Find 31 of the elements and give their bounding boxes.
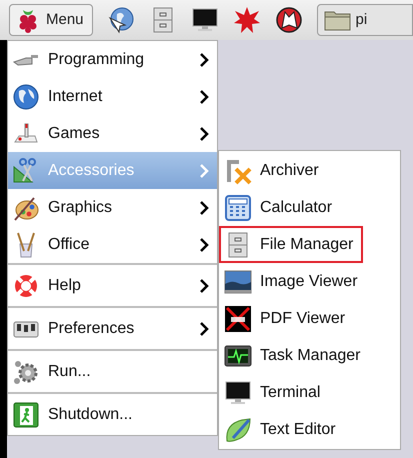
exit-sign-icon xyxy=(12,400,40,428)
landscape-icon xyxy=(224,268,252,296)
globe-icon xyxy=(12,82,40,110)
globe-cursor-icon xyxy=(106,6,135,34)
calculator-icon xyxy=(224,194,252,222)
menu-item[interactable]: Run... xyxy=(8,353,217,390)
submenu-item[interactable]: PDF Viewer xyxy=(219,300,400,337)
starburst-icon xyxy=(232,6,261,34)
browser-launcher[interactable] xyxy=(106,6,135,34)
menu-item[interactable]: Preferences xyxy=(8,310,217,347)
menu-item[interactable]: Shutdown... xyxy=(8,396,217,433)
math-launcher[interactable] xyxy=(232,6,261,34)
menu-item[interactable]: Graphics xyxy=(8,189,217,226)
menu-item[interactable]: Internet xyxy=(8,78,217,115)
menu-item[interactable]: Games xyxy=(8,115,217,152)
monitor-icon xyxy=(224,378,252,406)
submenu-item[interactable]: Image Viewer xyxy=(219,263,400,300)
submenu-item[interactable]: Calculator xyxy=(219,189,400,226)
monitor-icon xyxy=(190,6,219,34)
leaf-pencil-icon xyxy=(224,416,252,444)
window-button[interactable]: pi xyxy=(316,4,413,36)
terminal-launcher[interactable] xyxy=(190,6,219,34)
submenu-item[interactable]: Task Manager xyxy=(219,337,400,374)
menu-item[interactable]: Programming xyxy=(8,41,217,78)
submenu-item[interactable]: Archiver xyxy=(219,152,400,189)
submenu-item[interactable]: File Manager xyxy=(219,226,364,263)
submenu-item[interactable]: Text Editor xyxy=(219,411,400,448)
submenu-item[interactable]: Terminal xyxy=(219,374,400,411)
menu-item[interactable]: Office xyxy=(8,226,217,263)
menu-button[interactable]: Menu xyxy=(9,4,93,36)
menu-item[interactable]: Help xyxy=(8,267,217,304)
